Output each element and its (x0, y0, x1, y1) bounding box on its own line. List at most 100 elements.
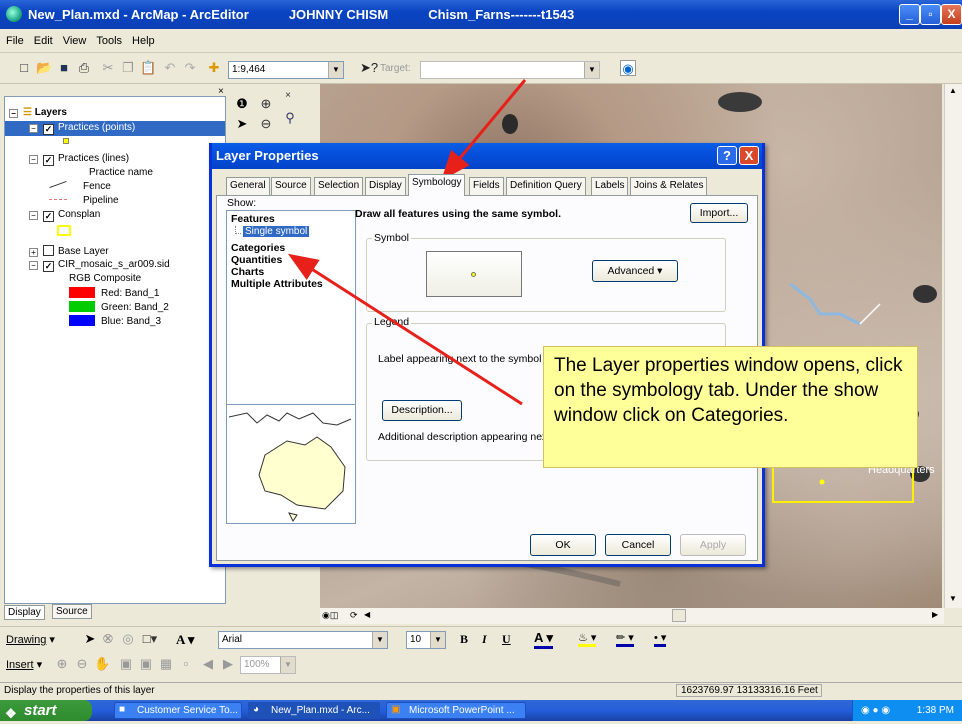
minimize-button[interactable]: _ (899, 4, 920, 25)
collapse-icon[interactable]: − (29, 211, 38, 220)
menu-view[interactable]: View (63, 35, 87, 47)
dialog-close-button[interactable]: X (739, 146, 759, 165)
toc-layer-practices-points[interactable]: − ✓ Practices (points) (5, 121, 225, 136)
tab-display[interactable]: Display (365, 177, 406, 195)
show-item-features[interactable]: Features (231, 213, 275, 225)
tab-display[interactable]: Display (4, 605, 45, 620)
line-color-icon[interactable]: ✏ ▾ (616, 631, 634, 647)
close-tools-icon[interactable]: × (280, 88, 296, 104)
task-arcmap[interactable]: ◕ New_Plan.mxd - Arc... (248, 702, 380, 719)
tab-general[interactable]: General (226, 177, 270, 195)
import-button[interactable]: Import... (690, 203, 748, 223)
tab-definition-query[interactable]: Definition Query (506, 177, 586, 195)
close-toc-icon[interactable]: × (218, 86, 224, 97)
save-icon[interactable]: ■ (56, 60, 72, 76)
select-arrow-icon[interactable]: ➤ (82, 631, 98, 647)
menu-tools[interactable]: Tools (96, 35, 122, 47)
open-folder-icon[interactable]: 📂 (36, 60, 52, 76)
layer-checkbox[interactable] (43, 245, 54, 256)
bold-button[interactable]: B (460, 632, 468, 647)
tab-source[interactable]: Source (52, 604, 92, 619)
identify-icon[interactable]: ❶ (234, 96, 250, 112)
toc-layer-practices-lines[interactable]: − ✓ Practices (lines) (29, 153, 129, 166)
tab-source[interactable]: Source (271, 177, 311, 195)
apply-button[interactable]: Apply (680, 534, 746, 556)
fill-color-icon[interactable]: ♨ ▾ (578, 631, 597, 647)
marker-color-icon[interactable]: • ▾ (654, 631, 667, 647)
layout-zoom-in-icon[interactable]: ⊕ (54, 656, 70, 672)
tab-fields[interactable]: Fields (469, 177, 504, 195)
layout-zoom-out-icon[interactable]: ⊖ (74, 656, 90, 672)
scroll-down-icon[interactable]: ▼ (949, 594, 957, 603)
zoom-100-icon[interactable]: ▫ (178, 656, 194, 672)
polygon-symbol[interactable] (57, 225, 71, 236)
scale-combo[interactable]: 1:9,464 ▼ (228, 61, 344, 79)
collapse-icon[interactable]: − (9, 109, 18, 118)
redo-icon[interactable]: ↷ (182, 60, 198, 76)
layer-checkbox[interactable]: ✓ (43, 124, 54, 135)
zoom-in-icon[interactable]: ⊕ (258, 96, 274, 112)
map-vertical-scrollbar[interactable]: ▲ ▼ (944, 84, 962, 608)
layer-checkbox[interactable]: ✓ (43, 211, 54, 222)
tray-icons[interactable]: ◉ ● ◉ (861, 700, 890, 721)
scroll-up-icon[interactable]: ▲ (949, 86, 957, 95)
menu-file[interactable]: File (6, 35, 24, 47)
advanced-button[interactable]: Advanced ▾ (592, 260, 678, 282)
layer-checkbox[interactable]: ✓ (43, 155, 54, 166)
symbol-preview-button[interactable] (426, 251, 522, 297)
cancel-button[interactable]: Cancel (605, 534, 671, 556)
chevron-down-icon[interactable]: ▼ (328, 62, 343, 78)
undo-icon[interactable]: ↶ (162, 60, 178, 76)
scroll-right-icon[interactable]: ▶ (932, 610, 938, 619)
tab-labels[interactable]: Labels (591, 177, 629, 195)
menu-edit[interactable]: Edit (34, 35, 53, 47)
font-size-combo[interactable]: 10 ▼ (406, 631, 446, 649)
toc-layer-cir-mosaic[interactable]: − ✓ CIR_mosaic_s_ar009.sid (29, 259, 170, 272)
chevron-down-icon[interactable]: ▼ (584, 62, 599, 78)
show-item-quantities[interactable]: Quantities (231, 254, 282, 266)
toc-root[interactable]: − ☰ Layers (9, 107, 67, 118)
layer-checkbox[interactable]: ✓ (43, 261, 54, 272)
zoom-whole-page-icon[interactable]: ◎ (120, 631, 136, 647)
task-powerpoint[interactable]: ▣ Microsoft PowerPoint ... (386, 702, 526, 719)
fixed-zoom-in-icon[interactable]: ▣ (118, 656, 134, 672)
collapse-icon[interactable]: − (29, 124, 38, 133)
show-item-multiple-attributes[interactable]: Multiple Attributes (231, 278, 323, 290)
collapse-icon[interactable]: − (29, 155, 38, 164)
zoom-combo[interactable]: 100% ▼ (240, 656, 296, 674)
italic-button[interactable]: I (482, 632, 487, 647)
font-color-button[interactable]: A ▾ (534, 630, 554, 649)
font-combo[interactable]: Arial ▼ (218, 631, 388, 649)
new-document-icon[interactable]: □ (16, 60, 32, 76)
scroll-left-icon[interactable]: ◀ (364, 610, 370, 619)
toc-class-fence[interactable]: Fence (49, 180, 111, 192)
start-button[interactable]: ❖ start (0, 700, 92, 721)
layout-view-icon[interactable]: ◉◫ (322, 610, 338, 621)
add-data-icon[interactable]: ✚ (206, 60, 222, 76)
chevron-down-icon[interactable]: ▼ (280, 657, 295, 673)
ok-button[interactable]: OK (530, 534, 596, 556)
show-item-categories[interactable]: Categories (231, 242, 285, 254)
drawing-menu[interactable]: Drawing ▾ (6, 633, 55, 646)
tab-symbology[interactable]: Symbology (408, 174, 466, 196)
select-elements-icon[interactable]: ➤ (234, 116, 250, 132)
underline-button[interactable]: U (502, 632, 511, 647)
insert-menu[interactable]: Insert ▾ (6, 658, 42, 671)
rotate-icon[interactable]: ⮿ (100, 631, 116, 647)
show-item-charts[interactable]: Charts (231, 266, 264, 278)
tab-selection[interactable]: Selection (314, 177, 364, 195)
forward-extent-icon[interactable]: ▶ (220, 656, 236, 672)
back-extent-icon[interactable]: ◀ (200, 656, 216, 672)
toc-class-pipeline[interactable]: Pipeline (49, 195, 119, 206)
copy-icon[interactable]: ❐ (120, 60, 136, 76)
cut-icon[interactable]: ✂ (100, 60, 116, 76)
map-horizontal-scrollbar[interactable]: ◉◫ ⟳ ◀ ▶ (320, 608, 944, 624)
fixed-zoom-out-icon[interactable]: ▣ (138, 656, 154, 672)
full-extent-icon[interactable]: ▦ (158, 656, 174, 672)
toc-layer-consplan[interactable]: − ✓ Consplan (29, 209, 100, 222)
scroll-thumb[interactable] (672, 609, 686, 622)
whats-this-icon[interactable]: ➤? (360, 60, 378, 76)
task-customer-service[interactable]: ■ Customer Service To... (114, 702, 242, 719)
show-item-single-symbol[interactable]: Single symbol (243, 226, 310, 237)
chevron-down-icon[interactable]: ▼ (372, 632, 387, 648)
